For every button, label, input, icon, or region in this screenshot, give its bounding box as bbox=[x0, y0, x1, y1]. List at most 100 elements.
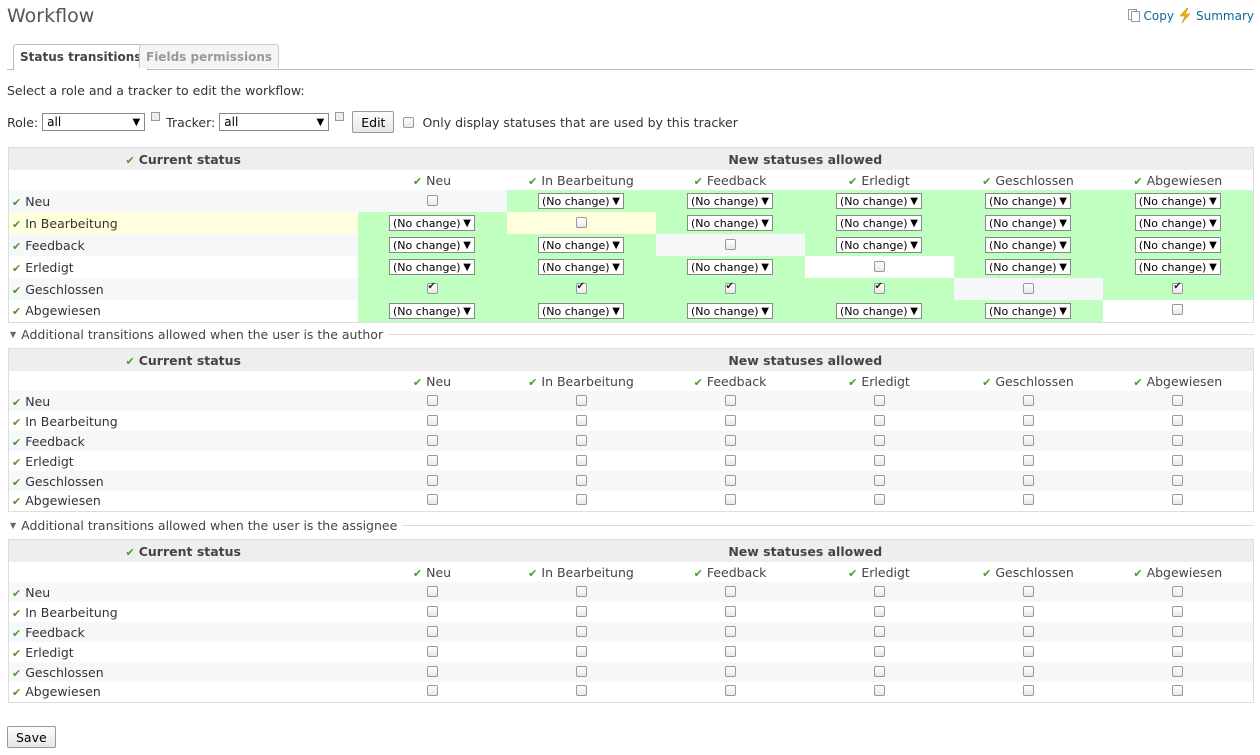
transition-checkbox[interactable] bbox=[1022, 414, 1034, 426]
transition-checkbox[interactable] bbox=[724, 645, 736, 657]
transition-checkbox[interactable] bbox=[575, 414, 587, 426]
transition-checkbox[interactable] bbox=[1172, 605, 1184, 617]
transition-checkbox[interactable] bbox=[1022, 585, 1034, 597]
check-icon[interactable]: ✔ bbox=[12, 495, 21, 508]
check-icon[interactable]: ✔ bbox=[528, 376, 537, 389]
transition-checkbox[interactable] bbox=[873, 281, 885, 294]
transition-checkbox[interactable] bbox=[426, 474, 438, 486]
check-icon[interactable]: ✔ bbox=[413, 376, 422, 389]
transition-checkbox[interactable] bbox=[1022, 605, 1034, 617]
transition-checkbox[interactable] bbox=[1022, 685, 1034, 697]
transition-checkbox[interactable] bbox=[575, 434, 587, 446]
author-section-header[interactable]: ▼ Additional transitions allowed when th… bbox=[10, 327, 1254, 342]
transition-select[interactable]: (No change) ▼ bbox=[687, 215, 773, 232]
check-icon[interactable]: ✔ bbox=[12, 262, 21, 275]
transition-checkbox[interactable] bbox=[575, 665, 587, 677]
check-icon[interactable]: ✔ bbox=[126, 355, 135, 368]
check-icon[interactable]: ✔ bbox=[12, 627, 21, 640]
transition-checkbox[interactable] bbox=[873, 685, 885, 697]
transition-checkbox[interactable] bbox=[426, 434, 438, 446]
transition-checkbox[interactable] bbox=[426, 454, 438, 466]
transition-checkbox[interactable] bbox=[1172, 454, 1184, 466]
transition-checkbox[interactable] bbox=[575, 216, 587, 228]
transition-checkbox[interactable] bbox=[575, 281, 587, 294]
check-icon[interactable]: ✔ bbox=[12, 416, 21, 429]
transition-checkbox[interactable] bbox=[575, 645, 587, 657]
transition-checkbox[interactable] bbox=[724, 625, 736, 637]
check-icon[interactable]: ✔ bbox=[12, 196, 21, 209]
transition-checkbox[interactable] bbox=[1022, 474, 1034, 486]
transition-checkbox[interactable] bbox=[1022, 645, 1034, 657]
transition-checkbox[interactable] bbox=[426, 645, 438, 657]
transition-checkbox[interactable] bbox=[1022, 625, 1034, 637]
transition-select[interactable]: (No change) ▼ bbox=[687, 193, 773, 210]
transition-checkbox[interactable] bbox=[426, 605, 438, 617]
check-icon[interactable]: ✔ bbox=[12, 240, 21, 253]
transition-select[interactable]: (No change) ▼ bbox=[1134, 259, 1221, 276]
transition-checkbox[interactable] bbox=[873, 585, 885, 597]
transition-checkbox[interactable] bbox=[1172, 625, 1184, 637]
check-icon[interactable]: ✔ bbox=[694, 567, 703, 580]
assignee-section-header[interactable]: ▼ Additional transitions allowed when th… bbox=[10, 518, 1254, 533]
check-icon[interactable]: ✔ bbox=[126, 546, 135, 559]
transition-checkbox[interactable] bbox=[575, 494, 587, 506]
transition-checkbox[interactable] bbox=[575, 585, 587, 597]
transition-checkbox[interactable] bbox=[1172, 434, 1184, 446]
transition-checkbox[interactable] bbox=[426, 685, 438, 697]
transition-checkbox[interactable] bbox=[724, 434, 736, 446]
transition-select[interactable]: (No change) ▼ bbox=[836, 303, 922, 319]
transition-checkbox[interactable] bbox=[426, 194, 438, 206]
check-icon[interactable]: ✔ bbox=[528, 567, 537, 580]
transition-checkbox[interactable] bbox=[575, 454, 587, 466]
transition-checkbox[interactable] bbox=[1022, 394, 1034, 406]
check-icon[interactable]: ✔ bbox=[12, 456, 21, 469]
check-icon[interactable]: ✔ bbox=[848, 567, 857, 580]
transition-checkbox[interactable] bbox=[873, 494, 885, 506]
check-icon[interactable]: ✔ bbox=[413, 175, 422, 188]
tab-fields-permissions[interactable]: Fields permissions bbox=[139, 44, 280, 68]
transition-checkbox[interactable] bbox=[724, 585, 736, 597]
transition-checkbox[interactable] bbox=[724, 474, 736, 486]
transition-checkbox[interactable] bbox=[426, 414, 438, 426]
transition-checkbox[interactable] bbox=[1172, 494, 1184, 506]
check-icon[interactable]: ✔ bbox=[694, 376, 703, 389]
only-used-checkbox[interactable] bbox=[403, 116, 415, 128]
transition-checkbox[interactable] bbox=[1172, 645, 1184, 657]
check-icon[interactable]: ✔ bbox=[982, 175, 991, 188]
transition-checkbox[interactable] bbox=[724, 665, 736, 677]
transition-select[interactable]: (No change) ▼ bbox=[985, 303, 1071, 319]
transition-select[interactable]: (No change) ▼ bbox=[687, 303, 773, 319]
transition-select[interactable]: (No change) ▼ bbox=[687, 259, 773, 276]
check-icon[interactable]: ✔ bbox=[1133, 376, 1142, 389]
transition-checkbox[interactable] bbox=[1022, 665, 1034, 677]
check-icon[interactable]: ✔ bbox=[694, 175, 703, 188]
transition-select[interactable]: (No change) ▼ bbox=[836, 237, 922, 254]
transition-checkbox[interactable] bbox=[1172, 394, 1184, 406]
check-icon[interactable]: ✔ bbox=[12, 218, 21, 231]
transition-select[interactable]: (No change) ▼ bbox=[1134, 193, 1221, 210]
check-icon[interactable]: ✔ bbox=[848, 376, 857, 389]
check-icon[interactable]: ✔ bbox=[12, 396, 21, 409]
check-icon[interactable]: ✔ bbox=[982, 567, 991, 580]
transition-checkbox[interactable] bbox=[575, 605, 587, 617]
expand-role-icon[interactable] bbox=[151, 111, 161, 121]
transition-checkbox[interactable] bbox=[575, 685, 587, 697]
check-icon[interactable]: ✔ bbox=[12, 305, 21, 318]
check-icon[interactable]: ✔ bbox=[1133, 175, 1142, 188]
transition-checkbox[interactable] bbox=[873, 665, 885, 677]
transition-checkbox[interactable] bbox=[873, 454, 885, 466]
transition-checkbox[interactable] bbox=[724, 414, 736, 426]
tab-status-transitions[interactable]: Status transitions bbox=[13, 44, 149, 70]
transition-select[interactable]: (No change) ▼ bbox=[538, 237, 624, 254]
transition-select[interactable]: (No change) ▼ bbox=[538, 303, 624, 319]
transition-select[interactable]: (No change) ▼ bbox=[389, 303, 475, 319]
transition-select[interactable]: (No change) ▼ bbox=[389, 259, 475, 276]
transition-checkbox[interactable] bbox=[575, 394, 587, 406]
transition-checkbox[interactable] bbox=[724, 281, 736, 294]
check-icon[interactable]: ✔ bbox=[1133, 567, 1142, 580]
transition-select[interactable]: (No change) ▼ bbox=[538, 193, 624, 210]
transition-select[interactable]: (No change) ▼ bbox=[1134, 215, 1221, 232]
expand-tracker-icon[interactable] bbox=[335, 111, 345, 121]
transition-checkbox[interactable] bbox=[575, 474, 587, 486]
check-icon[interactable]: ✔ bbox=[12, 686, 21, 699]
